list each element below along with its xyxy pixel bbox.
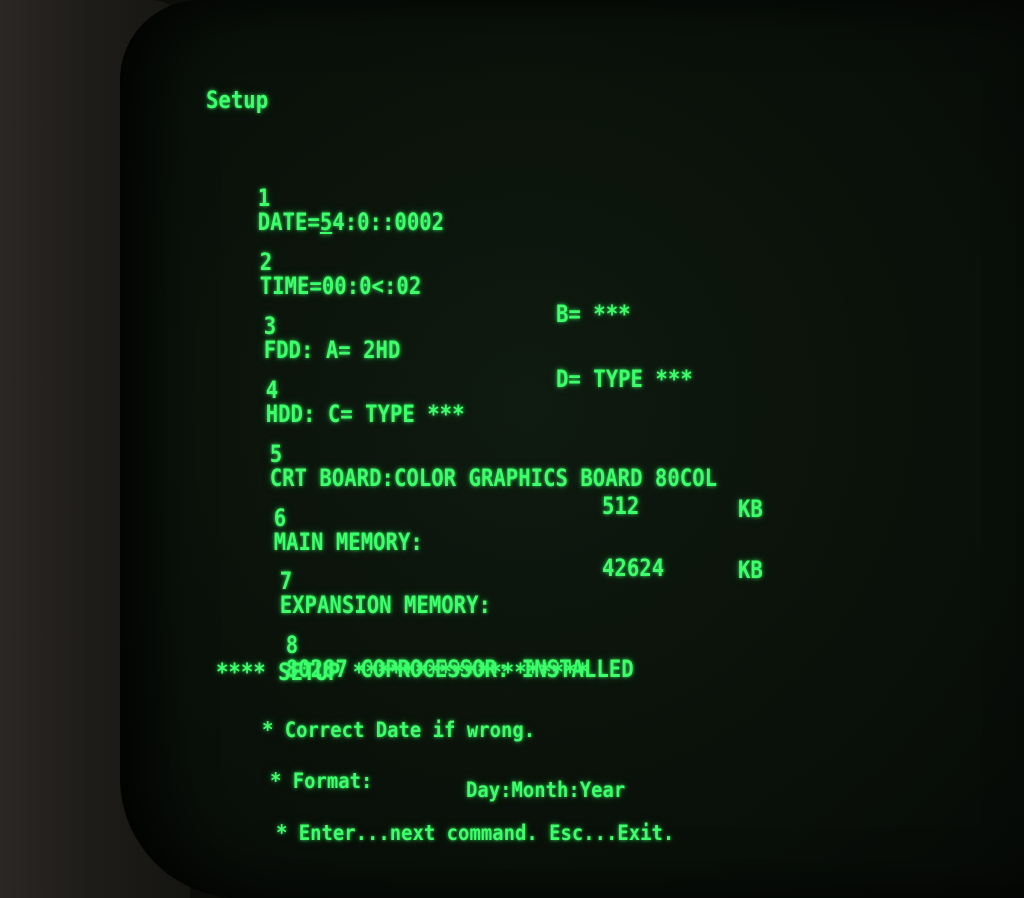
fdd-b-value[interactable]: B= *** [556,302,631,326]
expansion-memory-value: 42624 [602,554,665,582]
hdd-d-value[interactable]: D= TYPE *** [556,367,693,391]
main-memory-value: 512 [602,492,640,520]
help-format-label: * Format: [270,769,373,793]
help-format-value: Day:Month:Year [466,778,626,802]
setup-banner: **** SETUP ******************* [216,658,589,686]
expansion-memory-unit: KB [738,556,763,584]
main-memory-unit: KB [738,495,763,523]
help-keys: * Enter...next command. Esc...Exit. [276,821,675,845]
help-correct-date: * Correct Date if wrong. [262,718,536,742]
setup-item-coprocessor[interactable]: 8 80287 COPROCESSOR: INSTALLED [236,609,634,705]
setup-title: Setup [206,86,269,114]
crt-screen: Setup 1 DATE=54:0::0002 2 TIME=00:0<:02 … [120,0,1024,898]
